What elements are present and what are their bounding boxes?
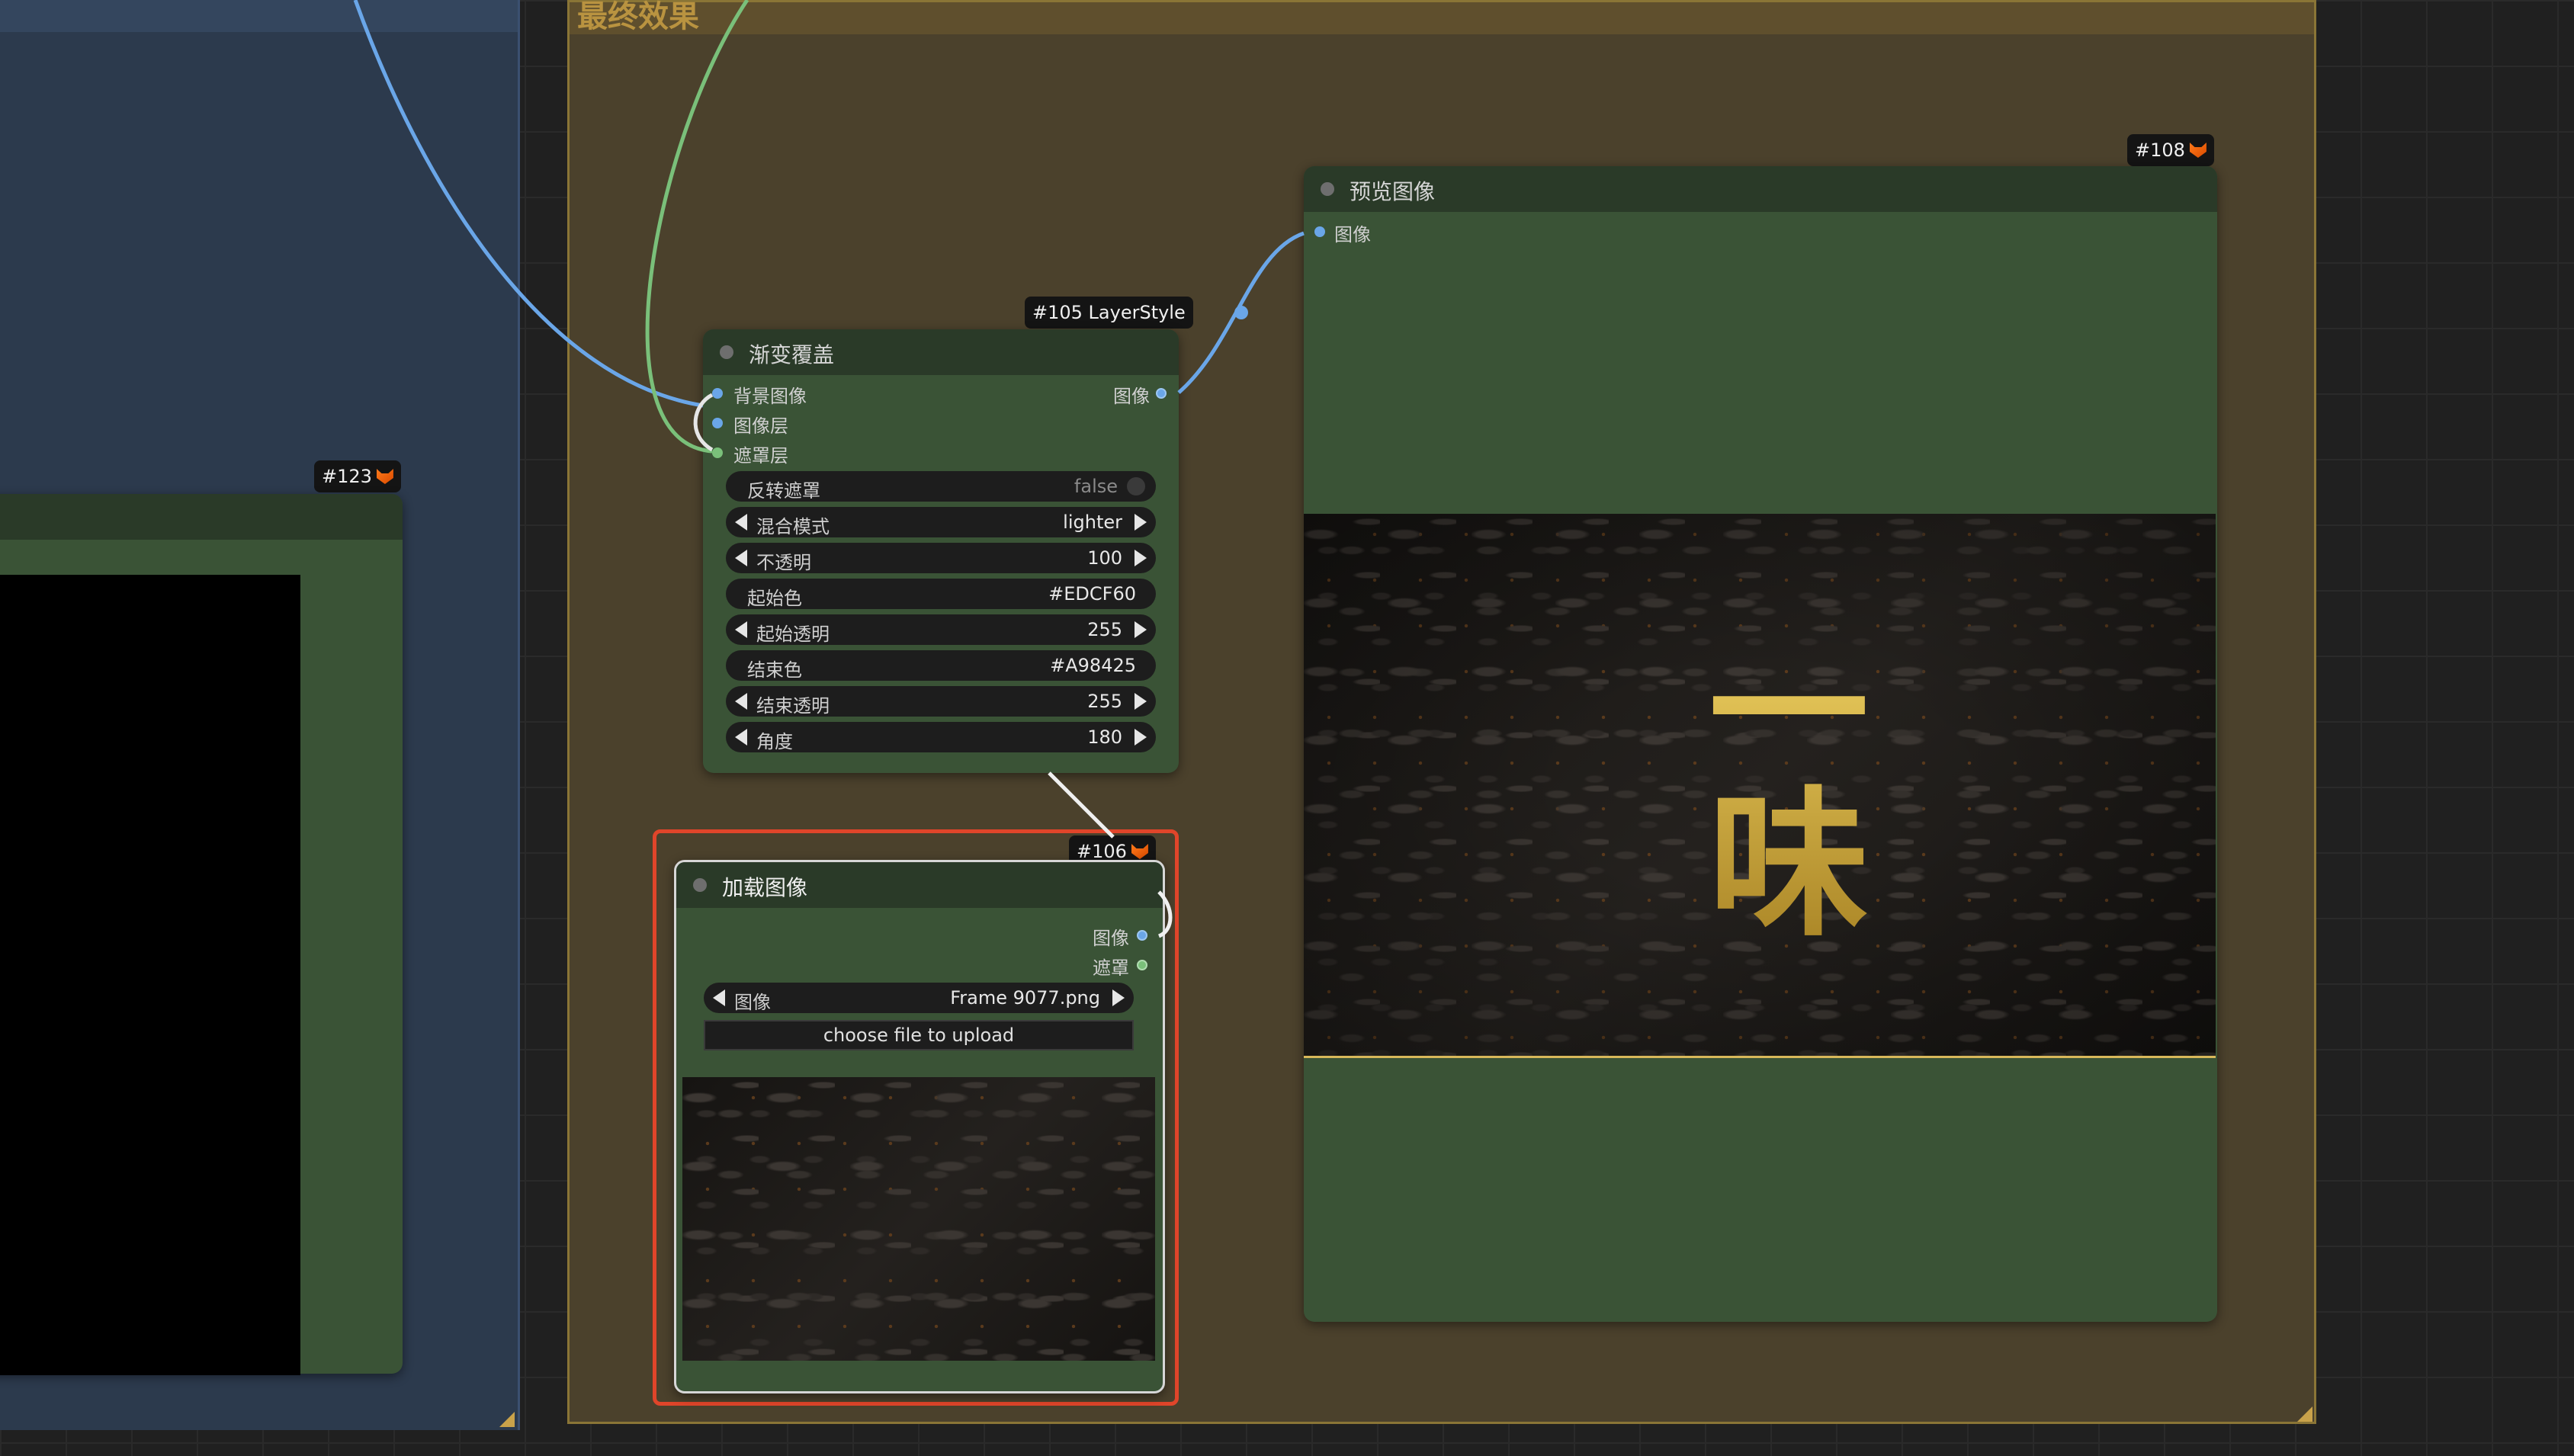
links-layer <box>353 0 1305 938</box>
link-from-load-image[interactable] <box>1048 771 1115 839</box>
link-stub <box>1157 890 1173 938</box>
link-midpoint-icon[interactable] <box>1234 306 1248 319</box>
link-to-mask-layer[interactable] <box>645 0 749 454</box>
link-to-bg-image[interactable] <box>353 0 704 408</box>
